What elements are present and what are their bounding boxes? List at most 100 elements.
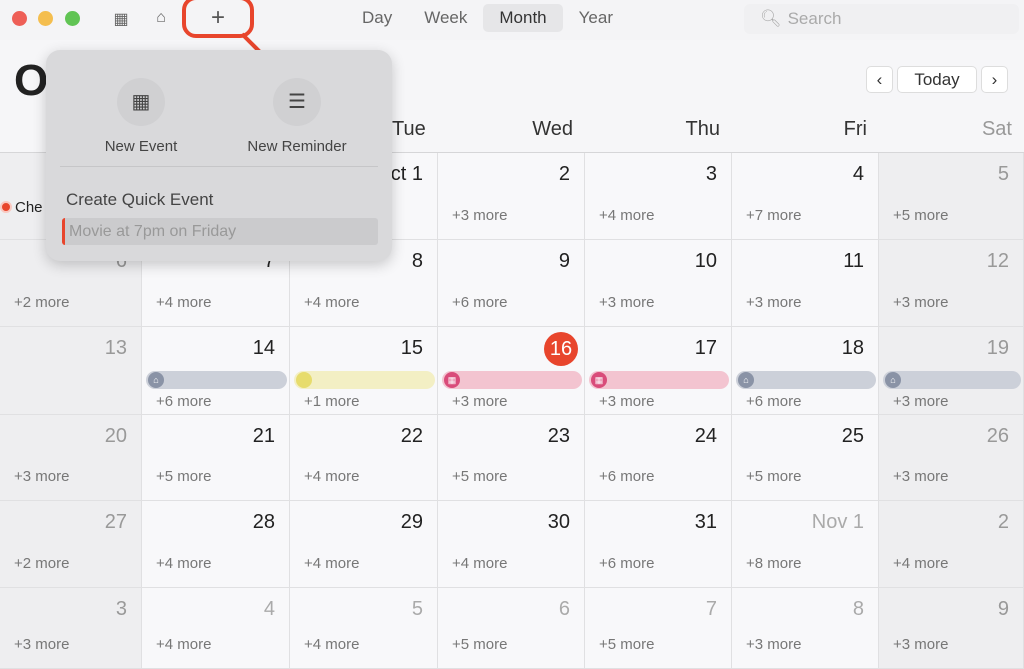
- more-events-link[interactable]: +5 more: [452, 468, 507, 485]
- day-cell[interactable]: 9 +6 more: [438, 240, 585, 327]
- more-events-link[interactable]: +4 more: [304, 555, 359, 572]
- minimize-button[interactable]: [38, 11, 53, 26]
- more-events-link[interactable]: +7 more: [746, 207, 801, 224]
- more-events-link[interactable]: +4 more: [304, 468, 359, 485]
- more-events-link[interactable]: +4 more: [893, 555, 948, 572]
- day-cell[interactable]: 3 +3 more: [0, 588, 142, 669]
- day-cell[interactable]: 2 +3 more: [438, 153, 585, 240]
- tab-week[interactable]: Week: [408, 4, 483, 32]
- event-bar[interactable]: ⌂: [883, 371, 1021, 389]
- day-cell[interactable]: 12 +3 more: [879, 240, 1024, 327]
- event-bar[interactable]: [294, 371, 435, 389]
- day-cell[interactable]: 29 +4 more: [290, 501, 438, 588]
- calendar-icon: ▦: [444, 372, 460, 388]
- more-events-link[interactable]: +4 more: [304, 636, 359, 653]
- more-events-link[interactable]: +8 more: [746, 555, 801, 572]
- quick-event-input[interactable]: Movie at 7pm on Friday: [62, 218, 378, 245]
- more-events-link[interactable]: +5 more: [599, 636, 654, 653]
- day-cell[interactable]: 5 +4 more: [290, 588, 438, 669]
- new-reminder-button[interactable]: ☰ New Reminder: [222, 78, 372, 155]
- tab-month[interactable]: Month: [483, 4, 563, 32]
- today-button[interactable]: Today: [897, 66, 977, 93]
- day-cell[interactable]: 26 +3 more: [879, 415, 1024, 501]
- more-events-link[interactable]: +4 more: [599, 207, 654, 224]
- day-cell[interactable]: 10 +3 more: [585, 240, 732, 327]
- new-event-button[interactable]: ▦ New Event: [66, 78, 216, 155]
- more-events-link[interactable]: +3 more: [893, 294, 948, 311]
- event-bar[interactable]: ▦: [589, 371, 729, 389]
- day-cell[interactable]: 31 +6 more: [585, 501, 732, 588]
- day-cell[interactable]: 4 +7 more: [732, 153, 879, 240]
- tab-day[interactable]: Day: [346, 4, 408, 32]
- day-cell[interactable]: 20 +3 more: [0, 415, 142, 501]
- more-events-link[interactable]: +3 more: [893, 468, 948, 485]
- more-events-link[interactable]: +1 more: [304, 393, 359, 410]
- more-events-link[interactable]: +6 more: [156, 393, 211, 410]
- day-cell[interactable]: 4 +4 more: [142, 588, 290, 669]
- day-cell[interactable]: 24 +6 more: [585, 415, 732, 501]
- more-events-link[interactable]: +3 more: [893, 636, 948, 653]
- inbox-icon[interactable]: ⌂: [150, 9, 172, 29]
- view-switcher: Day Week Month Year: [346, 4, 629, 32]
- day-cell[interactable]: 15 +1 more: [290, 327, 438, 415]
- more-events-link[interactable]: +3 more: [746, 636, 801, 653]
- day-cell[interactable]: 30 +4 more: [438, 501, 585, 588]
- day-cell[interactable]: 27 +2 more: [0, 501, 142, 588]
- event-bar[interactable]: ⌂: [736, 371, 876, 389]
- more-events-link[interactable]: +6 more: [599, 555, 654, 572]
- more-events-link[interactable]: +6 more: [452, 294, 507, 311]
- more-events-link[interactable]: +2 more: [14, 294, 69, 311]
- more-events-link[interactable]: +4 more: [156, 555, 211, 572]
- calendars-icon[interactable]: ▦: [110, 9, 132, 29]
- day-cell[interactable]: 28 +4 more: [142, 501, 290, 588]
- prev-month-button[interactable]: ‹: [866, 66, 893, 93]
- day-cell[interactable]: 11 +3 more: [732, 240, 879, 327]
- day-cell[interactable]: 13: [0, 327, 142, 415]
- more-events-link[interactable]: +5 more: [746, 468, 801, 485]
- tab-year[interactable]: Year: [563, 4, 629, 32]
- day-cell[interactable]: 19 ⌂ +3 more: [879, 327, 1024, 415]
- more-events-link[interactable]: +3 more: [893, 393, 948, 410]
- more-events-link[interactable]: +6 more: [599, 468, 654, 485]
- day-cell[interactable]: 16 ▦ +3 more: [438, 327, 585, 415]
- more-events-link[interactable]: +3 more: [599, 294, 654, 311]
- event-bar[interactable]: ▦: [442, 371, 582, 389]
- day-cell[interactable]: 21 +5 more: [142, 415, 290, 501]
- day-cell[interactable]: 6 +5 more: [438, 588, 585, 669]
- more-events-link[interactable]: +3 more: [452, 393, 507, 410]
- more-events-link[interactable]: +3 more: [599, 393, 654, 410]
- day-cell[interactable]: Nov 1 +8 more: [732, 501, 879, 588]
- more-events-link[interactable]: +4 more: [156, 636, 211, 653]
- more-events-link[interactable]: +3 more: [14, 636, 69, 653]
- more-events-link[interactable]: +6 more: [746, 393, 801, 410]
- day-cell[interactable]: 17 ▦ +3 more: [585, 327, 732, 415]
- day-cell[interactable]: 3 +4 more: [585, 153, 732, 240]
- day-cell[interactable]: 25 +5 more: [732, 415, 879, 501]
- search-input[interactable]: 🔍︎ Search: [744, 4, 1019, 34]
- more-events-link[interactable]: +3 more: [452, 207, 507, 224]
- more-events-link[interactable]: +5 more: [452, 636, 507, 653]
- day-cell[interactable]: 18 ⌂ +6 more: [732, 327, 879, 415]
- day-cell[interactable]: 14 ⌂ +6 more: [142, 327, 290, 415]
- day-cell[interactable]: 9 +3 more: [879, 588, 1024, 669]
- close-button[interactable]: [12, 11, 27, 26]
- more-events-link[interactable]: +3 more: [14, 468, 69, 485]
- day-cell[interactable]: 7 +5 more: [585, 588, 732, 669]
- more-events-link[interactable]: +3 more: [746, 294, 801, 311]
- more-events-link[interactable]: +5 more: [156, 468, 211, 485]
- zoom-button[interactable]: [65, 11, 80, 26]
- day-cell[interactable]: 23 +5 more: [438, 415, 585, 501]
- more-events-link[interactable]: +4 more: [304, 294, 359, 311]
- event-bar[interactable]: ⌂: [146, 371, 287, 389]
- day-cell[interactable]: 8 +3 more: [732, 588, 879, 669]
- day-cell[interactable]: 5 +5 more: [879, 153, 1024, 240]
- more-events-link[interactable]: +4 more: [156, 294, 211, 311]
- more-events-link[interactable]: +2 more: [14, 555, 69, 572]
- weekday-thu: Thu: [685, 118, 720, 140]
- more-events-link[interactable]: +5 more: [893, 207, 948, 224]
- calendar-event[interactable]: Che: [0, 199, 43, 216]
- day-cell[interactable]: 22 +4 more: [290, 415, 438, 501]
- next-month-button[interactable]: ›: [981, 66, 1008, 93]
- more-events-link[interactable]: +4 more: [452, 555, 507, 572]
- day-cell[interactable]: 2 +4 more: [879, 501, 1024, 588]
